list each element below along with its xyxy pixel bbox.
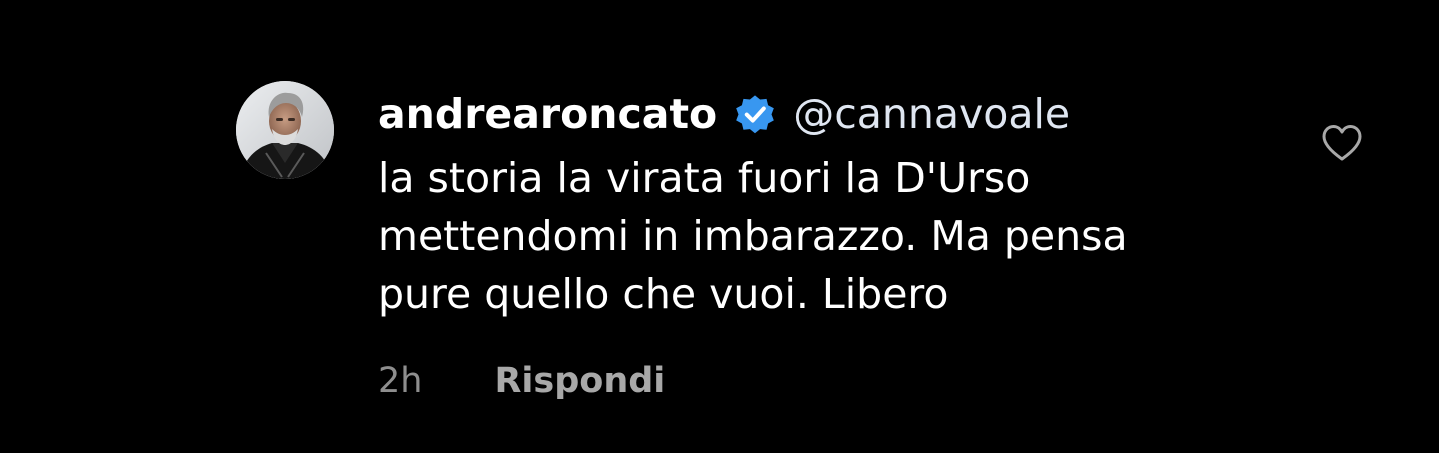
reply-button[interactable]: Rispondi (494, 357, 665, 405)
comment-text-line: pure quello che vuoi. Libero (378, 270, 949, 318)
profile-photo-avatar (236, 81, 334, 179)
timestamp: 2h (378, 361, 423, 401)
mention-link[interactable]: @cannavoale (793, 86, 1070, 142)
heart-outline-icon[interactable] (1320, 122, 1364, 164)
comment-meta: 2h Rispondi (378, 357, 665, 405)
comment-text-line: la storia la virata fuori la D'Urso (378, 154, 1031, 202)
comment-header: andrearoncato @cannavoale (378, 86, 1070, 142)
avatar[interactable] (236, 81, 334, 179)
comment-text-line: mettendomi in imbarazzo. Ma pensa (378, 212, 1128, 260)
verified-badge-icon (733, 92, 777, 136)
username-link[interactable]: andrearoncato (378, 86, 717, 142)
comment-text: la storia la virata fuori la D'Urso mett… (378, 149, 1278, 323)
comment-item: andrearoncato @cannavoale la storia la v… (0, 0, 1439, 453)
